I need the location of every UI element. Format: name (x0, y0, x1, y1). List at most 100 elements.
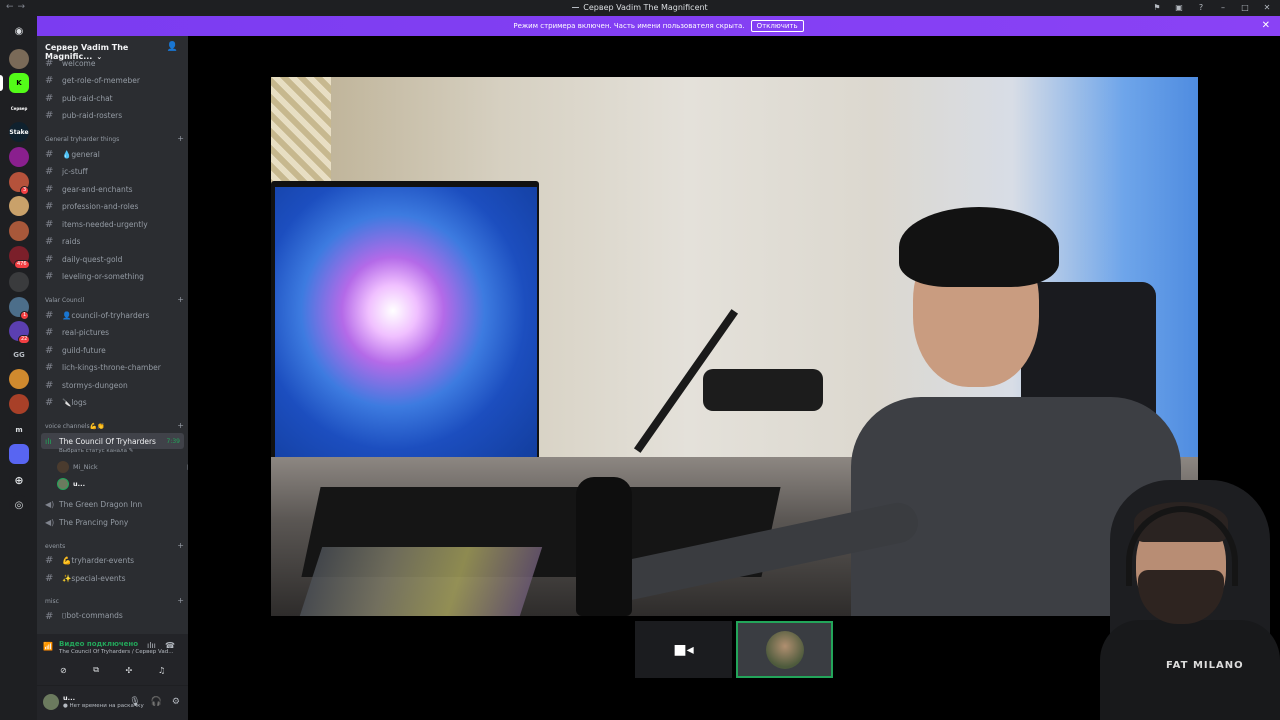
channel-raids[interactable]: # raids (41, 233, 184, 249)
channel-get-role[interactable]: # get-role-of-memeber (41, 72, 184, 88)
close-window-icon[interactable]: ✕ (1262, 2, 1272, 12)
voice-member[interactable]: u... (57, 478, 85, 490)
maximize-icon[interactable]: □ (1240, 2, 1250, 12)
channel-status-prompt[interactable]: Выбрать статус канала ✎ (59, 448, 133, 454)
signal-icon[interactable]: 📶 (43, 642, 53, 651)
channel-welcome[interactable]: # welcome (41, 55, 184, 71)
category-general[interactable]: General tryharder things + (45, 134, 184, 143)
channel-real-pictures[interactable]: # real-pictures (41, 324, 184, 340)
participant-tile-camera[interactable]: ■◂ (635, 621, 732, 678)
disable-streamer-mode-button[interactable]: Отключить (750, 20, 804, 32)
category-voice-channels[interactable]: voice channels💪👏 + (45, 421, 184, 430)
activities-icon[interactable]: ✣ (118, 662, 140, 678)
category-misc[interactable]: misc + (45, 596, 184, 605)
category-valar-council[interactable]: Valar Council + (45, 295, 184, 304)
voice-member[interactable]: Mi_Nick■ (57, 461, 194, 473)
camera-off-icon[interactable]: ⊘ (52, 662, 74, 678)
mention-badge: 3 (20, 186, 30, 195)
hash-icon: # (45, 74, 54, 86)
channel-label: 💪tryharder-events (62, 555, 135, 565)
minimize-icon[interactable]: – (1218, 2, 1228, 12)
server-icon-12[interactable] (9, 444, 29, 464)
add-channel-icon[interactable]: + (177, 541, 184, 550)
channel-pub-raid-rosters[interactable]: # pub-raid-rosters (41, 107, 184, 123)
channel-gear-and-enchants[interactable]: # gear-and-enchants (41, 181, 184, 197)
channel-guild-future[interactable]: # guild-future (41, 342, 184, 358)
channel-profession-and-roles[interactable]: # profession-and-roles (41, 198, 184, 214)
speaker-icon: ◀) (45, 517, 55, 527)
server-icon-1[interactable] (9, 49, 29, 69)
channel-pub-raid-chat[interactable]: # pub-raid-chat (41, 90, 184, 106)
headphones-icon[interactable]: 🎧 (151, 697, 162, 707)
voice-active-icon: ılı (45, 436, 52, 446)
server-icon-5[interactable] (9, 221, 29, 241)
curtain (271, 77, 331, 187)
screen-share-icon[interactable]: ⧉ (85, 662, 107, 678)
stake-server-icon[interactable]: Stake (9, 122, 29, 142)
voice-location[interactable]: The Council Of Tryharders / Сервер Vad..… (59, 649, 173, 655)
noise-suppression-icon[interactable]: ılıı (147, 641, 156, 650)
server-icon-10[interactable] (9, 369, 29, 389)
channel-stormys-dungeon[interactable]: # stormys-dungeon (41, 377, 184, 393)
server-icon-11[interactable] (9, 394, 29, 414)
server-icon-2[interactable] (9, 147, 29, 167)
channel-special-events[interactable]: # ✨special-events (41, 570, 184, 586)
add-channel-icon[interactable]: + (177, 134, 184, 143)
channel-general[interactable]: # 💧general (41, 146, 184, 162)
voice-status: Видео подключено (59, 640, 139, 648)
hash-icon: # (45, 309, 54, 321)
avatar[interactable] (43, 694, 59, 710)
channel-council-of-tryharders[interactable]: # 👤council-of-tryharders (41, 307, 184, 323)
channel-tryharder-events[interactable]: # 💪tryharder-events (41, 552, 184, 568)
disconnect-icon[interactable]: ☎ (165, 641, 175, 650)
channel-jc-stuff[interactable]: # jc-stuff (41, 163, 184, 179)
channel-logs[interactable]: # 🔪logs (41, 394, 184, 410)
channel-daily-quest-gold[interactable]: # daily-quest-gold (41, 251, 184, 267)
voice-channel-prancing-pony[interactable]: ◀) The Prancing Pony (41, 514, 184, 530)
pin-icon[interactable]: ⚑ (1152, 2, 1162, 12)
channel-leveling[interactable]: # leveling-or-something (41, 268, 184, 284)
hash-icon: # (45, 379, 54, 391)
kick-server-icon[interactable]: K (9, 73, 29, 93)
add-server-icon[interactable]: ⊕ (9, 470, 29, 490)
discord-home-icon[interactable]: ◉ (9, 21, 29, 41)
microphone-icon[interactable]: 🎙 (129, 697, 140, 707)
channel-lich-kings-throne-chamber[interactable]: # lich-kings-throne-chamber (41, 359, 184, 375)
help-icon[interactable]: ? (1196, 2, 1206, 12)
voice-channel-green-dragon[interactable]: ◀) The Green Dragon Inn (41, 496, 184, 512)
server-folder[interactable]: Сервер (9, 98, 29, 118)
video-camera-icon: ■◂ (673, 641, 694, 658)
category-events[interactable]: events + (45, 541, 184, 550)
hash-icon: # (45, 554, 54, 566)
hash-icon: # (45, 270, 54, 282)
channel-label: profession-and-roles (62, 201, 139, 211)
participant-thumbnails: ■◂ (635, 621, 833, 678)
discover-icon[interactable]: ◎ (9, 495, 29, 515)
soundboard-icon[interactable]: ♫ (151, 662, 173, 678)
server-icon-4[interactable] (9, 196, 29, 216)
add-channel-icon[interactable]: + (177, 596, 184, 605)
channel-bot-commands[interactable]: # ⌷bot-commands (41, 608, 184, 624)
server-icon-7[interactable] (9, 272, 29, 292)
gear-icon[interactable]: ⚙ (172, 697, 180, 707)
gg-server-icon[interactable]: GG (9, 345, 29, 365)
selected-server-pill (0, 75, 3, 91)
channel-items-needed-urgently[interactable]: # items-needed-urgently (41, 216, 184, 232)
channel-label: get-role-of-memeber (62, 75, 140, 85)
inbox-icon[interactable]: ▣ (1174, 2, 1184, 12)
channel-label: gear-and-enchants (62, 184, 133, 194)
monitor (271, 181, 539, 473)
add-channel-icon[interactable]: + (177, 421, 184, 430)
voice-connection-panel: 📶 Видео подключено The Council Of Tryhar… (37, 634, 188, 686)
window-title: Сервер Vadim The Magnificent (0, 3, 1280, 12)
close-banner-icon[interactable]: ✕ (1262, 20, 1270, 31)
invite-user-icon[interactable]: 👤 (167, 42, 178, 52)
add-channel-icon[interactable]: + (177, 295, 184, 304)
channel-label: 👤council-of-tryharders (62, 310, 150, 320)
m-server-icon[interactable]: m (9, 420, 29, 440)
participant-tile-selected[interactable] (736, 621, 833, 678)
username[interactable]: u... (63, 694, 75, 702)
channel-label: The Green Dragon Inn (59, 499, 143, 509)
voice-channel-council[interactable]: ılı The Council Of Tryharders 7:39 (41, 433, 184, 449)
channel-label: daily-quest-gold (62, 254, 123, 264)
